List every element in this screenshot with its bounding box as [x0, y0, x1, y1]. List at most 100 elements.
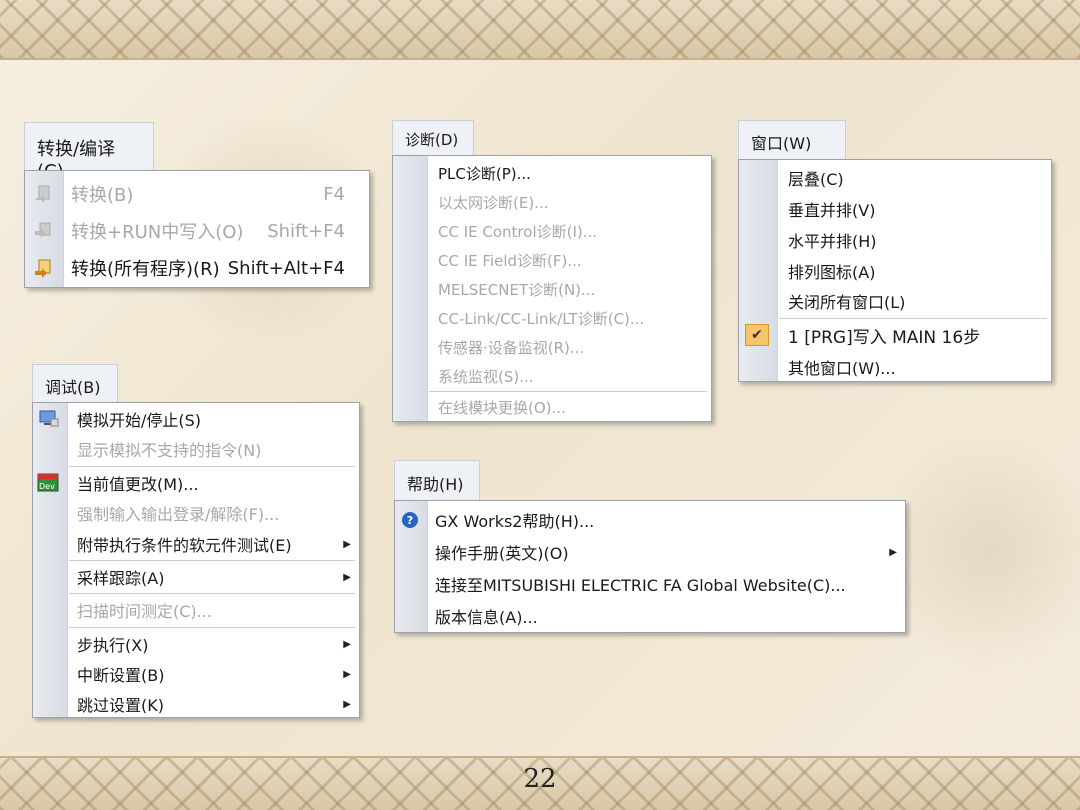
- submenu-arrow-icon: ▶: [343, 668, 351, 680]
- menu-item-tile-horizontal[interactable]: 水平并排(H): [739, 225, 1051, 255]
- menu-item-change-current-value[interactable]: Dev 当前值更改(M)...: [33, 469, 359, 497]
- menu-item-label: CC IE Field诊断(F)...: [438, 251, 582, 270]
- menu-item-label: 在线模块更换(O)...: [438, 398, 566, 417]
- menu-item-version-info[interactable]: 版本信息(A)...: [395, 601, 905, 631]
- menu-item-label: 转换+RUN中写入(O): [71, 222, 244, 243]
- menu-item-other-windows[interactable]: 其他窗口(W)...: [739, 352, 1051, 382]
- menu-item-break-settings[interactable]: 中断设置(B) ▶: [33, 660, 359, 688]
- svg-text:Dev: Dev: [39, 482, 55, 491]
- menu-item-operation-manual[interactable]: 操作手册(英文)(O) ▶: [395, 537, 905, 567]
- menu-item-mitsubishi-website[interactable]: 连接至MITSUBISHI ELECTRIC FA Global Website…: [395, 569, 905, 599]
- menu-item-shortcut: Shift+F4: [267, 220, 345, 242]
- menu-item-cc-link-diagnostics[interactable]: CC-Link/CC-Link/LT诊断(C)...: [393, 304, 711, 332]
- menu-item-label: 跳过设置(K): [77, 696, 164, 715]
- menu-separator: [69, 593, 355, 594]
- help-menu: ? GX Works2帮助(H)... 操作手册(英文)(O) ▶ 连接至MIT…: [394, 500, 906, 633]
- menu-item-label: 强制输入输出登录/解除(F)...: [77, 505, 280, 524]
- menu-item-convert[interactable]: 转换(B) F4: [25, 179, 369, 209]
- menu-item-tile-vertical[interactable]: 垂直并排(V): [739, 194, 1051, 224]
- submenu-arrow-icon: ▶: [889, 546, 897, 558]
- menu-item-melsecnet-diagnostics[interactable]: MELSECNET诊断(N)...: [393, 275, 711, 303]
- menu-item-shortcut: Shift+Alt+F4: [227, 257, 345, 279]
- menu-item-ethernet-diagnostics[interactable]: 以太网诊断(E)...: [393, 188, 711, 216]
- menu-item-label: 系统监视(S)...: [438, 367, 534, 386]
- help-icon: ?: [402, 512, 418, 528]
- background-branch-decoration: [880, 420, 1080, 680]
- menu-item-label: 关闭所有窗口(L): [788, 293, 906, 312]
- menu-item-convert-all[interactable]: 转换(所有程序)(R) Shift+Alt+F4: [25, 253, 369, 283]
- menu-item-window-main[interactable]: ✔ 1 [PRG]写入 MAIN 16步: [739, 320, 1051, 350]
- menu-item-cc-ie-field-diagnostics[interactable]: CC IE Field诊断(F)...: [393, 246, 711, 274]
- decorative-top-border: [0, 0, 1080, 60]
- menu-item-label: 以太网诊断(E)...: [438, 193, 549, 212]
- menu-item-label: 步执行(X): [77, 636, 149, 655]
- menu-item-cascade[interactable]: 层叠(C): [739, 163, 1051, 193]
- menu-separator: [69, 466, 355, 467]
- menu-item-label: 其他窗口(W)...: [788, 359, 896, 378]
- menu-item-system-monitor[interactable]: 系统监视(S)...: [393, 362, 711, 390]
- checkmark-icon: ✔: [745, 324, 769, 346]
- menu-item-simulation-start-stop[interactable]: 模拟开始/停止(S): [33, 405, 359, 433]
- submenu-arrow-icon: ▶: [343, 698, 351, 710]
- convert-all-icon: [33, 258, 55, 278]
- menu-item-label: 层叠(C): [788, 170, 844, 189]
- menu-item-label: 中断设置(B): [77, 666, 165, 685]
- menu-item-step-execution[interactable]: 步执行(X) ▶: [33, 630, 359, 658]
- page-number: 22: [523, 764, 557, 794]
- window-menu: 层叠(C) 垂直并排(V) 水平并排(H) 排列图标(A) 关闭所有窗口(L) …: [738, 159, 1052, 382]
- monitor-icon: [38, 409, 60, 429]
- menu-item-label: 转换(所有程序)(R): [71, 259, 220, 280]
- menu-separator: [69, 560, 355, 561]
- menu-item-scan-time[interactable]: 扫描时间测定(C)...: [33, 596, 359, 624]
- menu-item-arrange-icons[interactable]: 排列图标(A): [739, 256, 1051, 286]
- menu-item-label: 显示模拟不支持的指令(N): [77, 441, 262, 460]
- menu-item-label: 模拟开始/停止(S): [77, 411, 202, 430]
- debug-menu: 模拟开始/停止(S) 显示模拟不支持的指令(N) Dev 当前值更改(M)...…: [32, 402, 360, 718]
- convert-run-icon: [33, 221, 55, 241]
- menu-item-shortcut: F4: [323, 183, 345, 205]
- menu-item-label: PLC诊断(P)...: [438, 164, 531, 183]
- menu-item-label: 连接至MITSUBISHI ELECTRIC FA Global Website…: [435, 576, 846, 595]
- menu-separator: [69, 627, 355, 628]
- submenu-arrow-icon: ▶: [343, 571, 351, 583]
- convert-icon: [33, 184, 55, 204]
- menu-separator: [429, 391, 707, 392]
- convert-menu: 转换(B) F4 转换+RUN中写入(O) Shift+F4 转换(所有程序)(…: [24, 170, 370, 288]
- menu-item-close-all[interactable]: 关闭所有窗口(L): [739, 286, 1051, 316]
- menu-item-device-test[interactable]: 附带执行条件的软元件测试(E) ▶: [33, 530, 359, 558]
- menu-item-online-module-change[interactable]: 在线模块更换(O)...: [393, 393, 711, 421]
- submenu-arrow-icon: ▶: [343, 538, 351, 550]
- menu-item-convert-run-write[interactable]: 转换+RUN中写入(O) Shift+F4: [25, 216, 369, 246]
- menu-item-label: 当前值更改(M)...: [77, 475, 199, 494]
- device-icon: Dev: [37, 473, 61, 493]
- menu-title-convert[interactable]: 转换/编译(C): [24, 122, 154, 182]
- menu-title-help[interactable]: 帮助(H): [394, 460, 480, 500]
- menu-item-skip-settings[interactable]: 跳过设置(K) ▶: [33, 690, 359, 718]
- menu-item-plc-diagnostics[interactable]: PLC诊断(P)...: [393, 159, 711, 187]
- menu-item-label: 转换(B): [71, 185, 134, 206]
- menu-item-label: CC IE Control诊断(I)...: [438, 222, 598, 241]
- menu-item-label: 排列图标(A): [788, 263, 876, 282]
- menu-item-label: 版本信息(A)...: [435, 608, 538, 627]
- menu-item-cc-ie-control-diagnostics[interactable]: CC IE Control诊断(I)...: [393, 217, 711, 245]
- menu-item-label: 附带执行条件的软元件测试(E): [77, 536, 292, 555]
- menu-item-label: 传感器·设备监视(R)...: [438, 338, 585, 357]
- menu-item-show-unsupported[interactable]: 显示模拟不支持的指令(N): [33, 435, 359, 463]
- diagnostics-menu: PLC诊断(P)... 以太网诊断(E)... CC IE Control诊断(…: [392, 155, 712, 422]
- menu-title-window[interactable]: 窗口(W): [738, 120, 846, 160]
- menu-item-label: 垂直并排(V): [788, 201, 876, 220]
- menu-item-label: 扫描时间测定(C)...: [77, 602, 212, 621]
- menu-title-debug[interactable]: 调试(B): [32, 364, 118, 402]
- menu-item-label: 操作手册(英文)(O): [435, 544, 569, 563]
- menu-title-diagnostics[interactable]: 诊断(D): [392, 120, 474, 156]
- menu-item-label: 水平并排(H): [788, 232, 877, 251]
- menu-item-sampling-trace[interactable]: 采样跟踪(A) ▶: [33, 563, 359, 591]
- menu-item-label: 1 [PRG]写入 MAIN 16步: [788, 327, 981, 348]
- menu-item-label: CC-Link/CC-Link/LT诊断(C)...: [438, 309, 645, 328]
- menu-separator: [779, 318, 1047, 319]
- menu-item-force-io[interactable]: 强制输入输出登录/解除(F)...: [33, 499, 359, 527]
- menu-item-gx-works2-help[interactable]: ? GX Works2帮助(H)...: [395, 505, 905, 535]
- menu-item-label: MELSECNET诊断(N)...: [438, 280, 596, 299]
- menu-item-sensor-monitor[interactable]: 传感器·设备监视(R)...: [393, 333, 711, 361]
- menu-item-label: GX Works2帮助(H)...: [435, 512, 595, 531]
